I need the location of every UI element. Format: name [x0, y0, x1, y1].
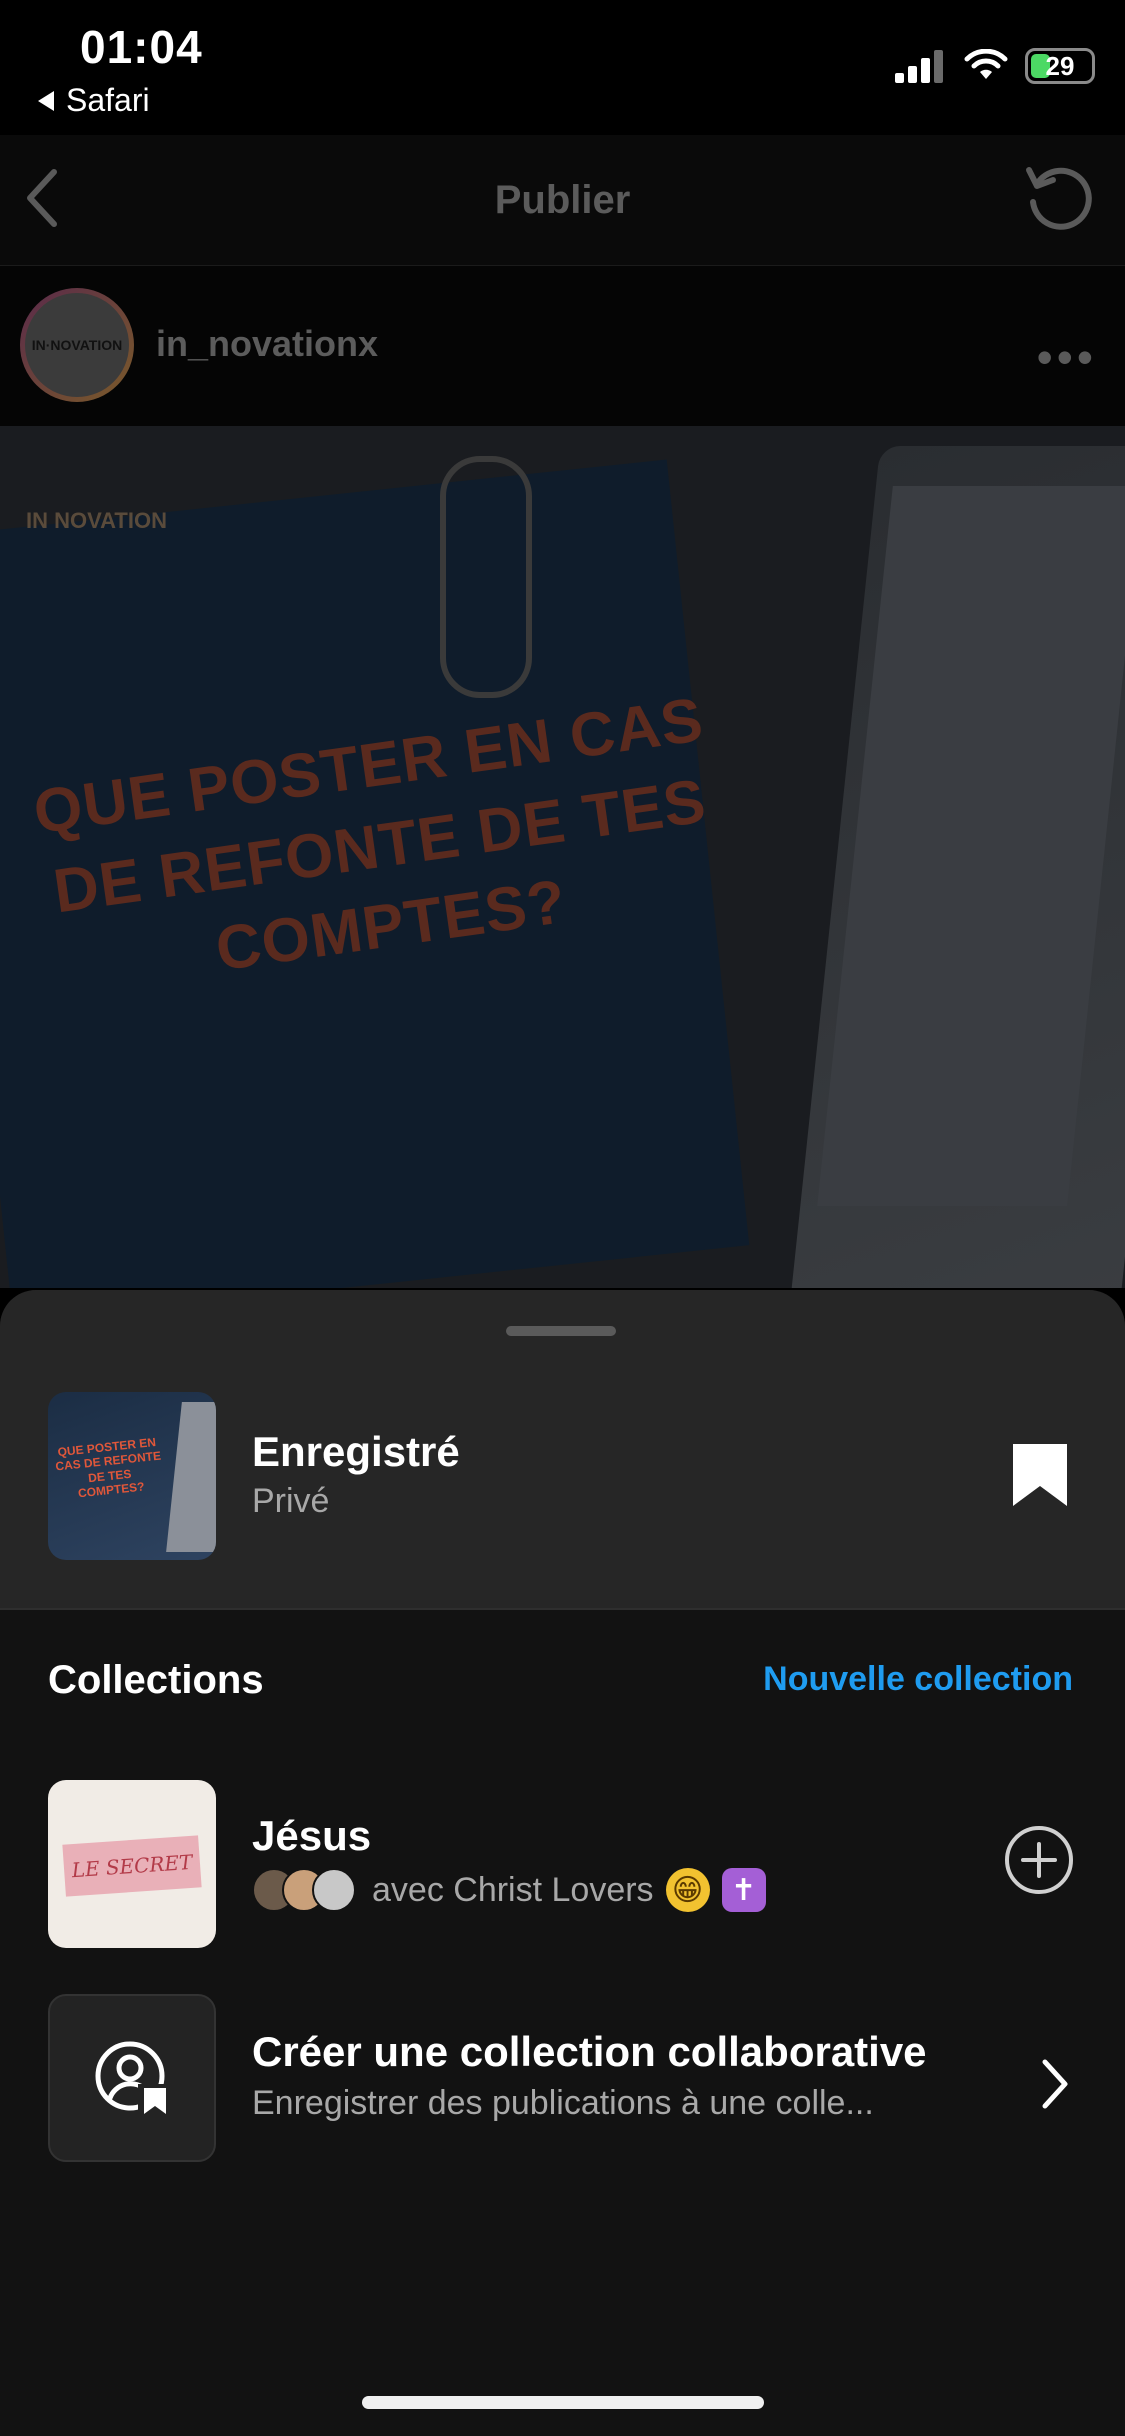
add-circle-icon[interactable] — [1003, 1824, 1075, 1896]
status-icons: 29 — [895, 48, 1095, 84]
back-triangle-icon — [38, 90, 54, 111]
create-collab-title[interactable]: Créer une collection collaborative — [252, 2028, 927, 2076]
battery-level: 29 — [1045, 50, 1075, 81]
wifi-icon — [964, 49, 1008, 79]
member-avatar — [312, 1868, 356, 1912]
status-time: 01:04 — [80, 21, 203, 73]
section-divider — [0, 1608, 1125, 1610]
bookmark-icon[interactable] — [1011, 1442, 1069, 1508]
collection-subtitle: avec Christ Lovers — [372, 1870, 654, 1909]
collection-thumbnail-jesus[interactable]: LE SECRET — [48, 1780, 216, 1948]
more-icon[interactable]: ••• — [1037, 330, 1097, 384]
saved-subtitle: Privé — [252, 1482, 330, 1520]
collab-collection-thumbnail[interactable] — [48, 1994, 216, 2162]
post-image[interactable]: IN NOVATION QUE POSTER EN CAS DE REFONTE… — [0, 426, 1125, 1288]
jesus-thumb-text: LE SECRET — [62, 1835, 202, 1897]
page-title: Publier — [494, 178, 631, 222]
cross-emoji: ✝ — [721, 1868, 766, 1912]
refresh-icon[interactable] — [1023, 162, 1095, 234]
sheet-grabber[interactable] — [506, 1326, 616, 1336]
post-brand-watermark: IN NOVATION — [26, 508, 167, 533]
saved-title: Enregistré — [252, 1428, 460, 1475]
home-indicator[interactable] — [362, 2396, 764, 2409]
saved-thumbnail: QUE POSTER EN CAS DE REFONTE DE TES COMP… — [48, 1392, 216, 1560]
chevron-right-icon[interactable] — [1035, 2056, 1075, 2112]
signal-icon — [895, 50, 943, 83]
paperclip-icon — [440, 456, 532, 698]
avatar-image: IN·NOVATION — [25, 293, 129, 397]
post-username[interactable]: in_novationx — [156, 323, 378, 365]
new-collection-button[interactable]: Nouvelle collection — [763, 1660, 1073, 1699]
avatar[interactable]: IN·NOVATION — [20, 288, 134, 402]
collections-heading: Collections — [48, 1658, 264, 1702]
saved-thumb-text: QUE POSTER EN CAS DE REFONTE DE TES COMP… — [54, 1434, 162, 1501]
collection-title-jesus[interactable]: Jésus — [252, 1812, 371, 1860]
collab-user-icon — [95, 2041, 168, 2116]
grin-emoji: 😁 — [665, 1868, 710, 1912]
back-app-label: Safari — [66, 82, 150, 118]
create-collab-subtitle: Enregistrer des publications à une colle… — [252, 2084, 874, 2122]
battery-icon: 29 — [1025, 48, 1095, 84]
back-to-app-link[interactable]: Safari — [36, 82, 150, 119]
thumb-laptop — [166, 1402, 216, 1552]
collection-members: avec Christ Lovers 😁 ✝ — [252, 1868, 766, 1912]
save-bottom-sheet: QUE POSTER EN CAS DE REFONTE DE TES COMP… — [0, 1290, 1125, 2436]
